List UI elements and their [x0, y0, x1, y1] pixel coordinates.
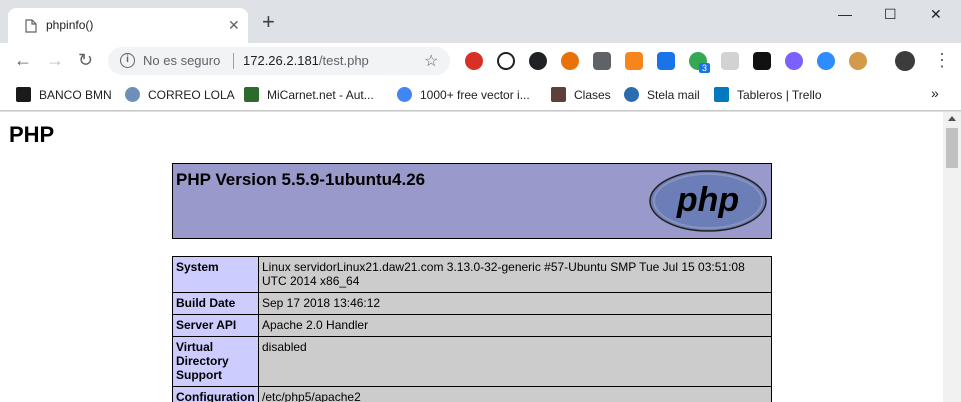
bookmark-star-icon[interactable]: ☆	[424, 51, 438, 71]
bookmark-clases[interactable]: Clases	[551, 87, 611, 103]
mail-icon	[125, 87, 140, 103]
info-value: Sep 17 2018 13:46:12	[258, 292, 772, 315]
new-tab-button[interactable]: +	[262, 11, 275, 33]
page-icon	[25, 19, 37, 33]
b-logo-icon	[16, 87, 31, 103]
bulb-extension-icon[interactable]	[593, 52, 611, 70]
info-value: Apache 2.0 Handler	[258, 314, 772, 337]
trello-icon	[714, 87, 729, 103]
avatar[interactable]	[895, 51, 915, 71]
page-content: PHP PHP Version 5.5.9-1ubuntu4.26 php Sy…	[0, 112, 943, 402]
php-version-header: PHP Version 5.5.9-1ubuntu4.26 php	[172, 163, 772, 239]
table-row: System Linux servidorLinux21.daw21.com 3.…	[172, 256, 772, 293]
page-title: PHP	[9, 122, 55, 147]
bookmark-trello[interactable]: Tableros | Trello	[714, 87, 822, 103]
php-version-title: PHP Version 5.5.9-1ubuntu4.26	[176, 170, 426, 189]
info-key: Virtual Directory Support	[172, 336, 259, 387]
scrollbar[interactable]	[943, 112, 961, 402]
omnibox-divider	[233, 53, 234, 69]
l-logo-icon	[244, 87, 259, 103]
tab-title: phpinfo()	[46, 18, 94, 32]
circle-extension-icon[interactable]	[529, 52, 547, 70]
php-info-table: System Linux servidorLinux21.daw21.com 3.…	[172, 256, 772, 402]
menu-icon[interactable]: ⋮	[933, 51, 951, 69]
extension-badge: 3	[699, 63, 711, 73]
stela-icon	[624, 87, 639, 103]
info-key: Build Date	[172, 292, 259, 315]
zoom-extension-icon[interactable]	[817, 52, 835, 70]
table-row: Build Date Sep 17 2018 13:46:12	[172, 292, 772, 315]
p-extension-icon[interactable]	[657, 52, 675, 70]
info-icon[interactable]: i	[120, 53, 135, 68]
address-bar[interactable]: i No es seguro 172.26.2.181/test.php ☆	[108, 47, 450, 75]
r-extension-icon[interactable]	[785, 52, 803, 70]
adblock-extension-icon[interactable]	[465, 52, 483, 70]
table-row: Configuration/etc/php5/apache2	[172, 386, 772, 402]
maximize-button[interactable]: ☐	[884, 6, 897, 23]
info-key: System	[172, 256, 259, 293]
tab-phpinfo[interactable]: phpinfo() ✕	[8, 8, 248, 43]
orange-extension-icon[interactable]	[561, 52, 579, 70]
bookmark-banco-bmn[interactable]: BANCO BMN	[16, 87, 112, 103]
close-window-button[interactable]: ✕	[930, 6, 942, 23]
table-row: Server API Apache 2.0 Handler	[172, 314, 772, 337]
vector-icon	[397, 87, 412, 103]
bookmarks-bar: BANCO BMN CORREO LOLA MiCarnet.net - Aut…	[0, 79, 961, 111]
table-row: Virtual Directory Support disabled	[172, 336, 772, 387]
url-text[interactable]: 172.26.2.181/test.php	[243, 53, 369, 68]
cube-extension-icon[interactable]	[721, 52, 739, 70]
jb-extension-icon[interactable]	[753, 52, 771, 70]
browser-chrome: phpinfo() ✕ + — ☐ ✕ ← → ↻ i No es seguro…	[0, 0, 961, 112]
metamask-extension-icon[interactable]	[625, 52, 643, 70]
scroll-thumb[interactable]	[946, 128, 958, 168]
forward-button[interactable]: →	[46, 51, 64, 69]
info-value: Linux servidorLinux21.daw21.com 3.13.0-3…	[258, 256, 772, 293]
more-bookmarks-button[interactable]: »	[931, 85, 939, 101]
php-logo-text: php	[676, 181, 739, 219]
gnome-extension-icon[interactable]	[497, 52, 515, 70]
url-path: /test.php	[318, 53, 369, 68]
tab-strip: phpinfo() ✕ + — ☐ ✕	[0, 0, 961, 43]
close-tab-icon[interactable]: ✕	[228, 18, 240, 32]
classroom-icon	[551, 87, 566, 103]
back-button[interactable]: ←	[14, 51, 32, 69]
info-key: Configuration	[172, 386, 259, 402]
cookie-extension-icon[interactable]	[849, 52, 867, 70]
bookmark-stela-mail[interactable]: Stela mail	[624, 87, 700, 103]
reload-button[interactable]: ↻	[78, 51, 93, 69]
security-status[interactable]: No es seguro	[143, 53, 220, 68]
info-value: /etc/php5/apache2	[258, 386, 772, 402]
php-logo-icon[interactable]: php	[649, 170, 767, 232]
bookmark-correo-lola[interactable]: CORREO LOLA	[125, 87, 235, 103]
info-value: disabled	[258, 336, 772, 387]
bookmark-free-vector[interactable]: 1000+ free vector i...	[397, 87, 530, 103]
info-key: Server API	[172, 314, 259, 337]
scroll-up-arrow-icon[interactable]	[948, 116, 956, 121]
bookmark-micarnet[interactable]: MiCarnet.net - Aut...	[244, 87, 374, 103]
minimize-button[interactable]: —	[838, 6, 852, 22]
url-host: 172.26.2.181	[243, 53, 319, 68]
toolbar: ← → ↻ i No es seguro 172.26.2.181/test.p…	[0, 43, 961, 79]
